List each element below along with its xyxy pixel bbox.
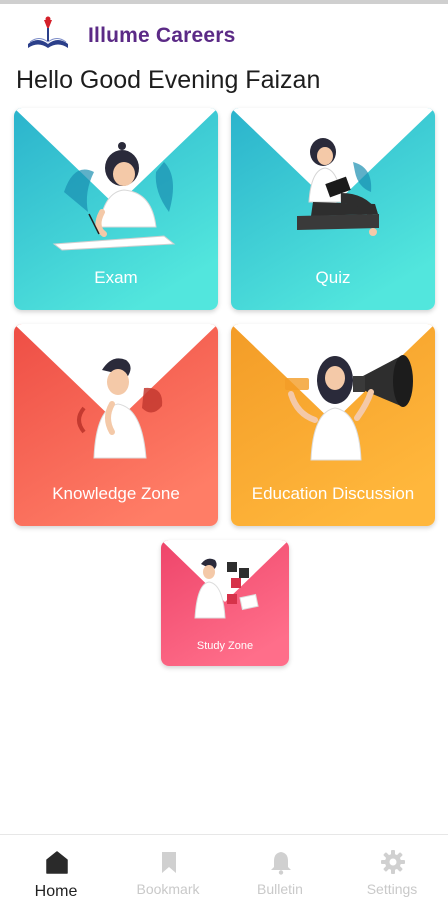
exam-card[interactable]: Exam xyxy=(14,108,218,310)
bell-icon xyxy=(271,852,291,875)
nav-bulletin[interactable]: Bulletin xyxy=(224,835,336,901)
greeting-text: Hello Good Evening Faizan xyxy=(16,66,321,94)
status-bar-divider xyxy=(0,0,448,4)
nav-home[interactable]: Home xyxy=(0,835,112,901)
bookmark-icon xyxy=(162,852,176,873)
bottom-navigation: Home Bookmark Bulletin Settings xyxy=(0,834,448,901)
education-discussion-label: Education Discussion xyxy=(251,484,415,503)
app-header: Illume Careers xyxy=(0,14,448,60)
nav-bulletin-label: Bulletin xyxy=(257,881,303,897)
home-icon xyxy=(46,851,68,874)
nav-settings[interactable]: Settings xyxy=(336,835,448,901)
study-zone-card[interactable]: Study Zone xyxy=(161,540,289,666)
app-title: Illume Careers xyxy=(88,24,236,47)
student-writing-illustration xyxy=(52,142,176,251)
thinking-man-illustration xyxy=(77,358,163,459)
quiz-card[interactable]: Quiz xyxy=(231,108,435,310)
nav-bookmark[interactable]: Bookmark xyxy=(112,835,224,901)
knowledge-zone-label: Knowledge Zone xyxy=(52,484,180,503)
nav-home-label: Home xyxy=(34,883,78,900)
man-with-cards-illustration xyxy=(194,558,259,619)
quiz-label: Quiz xyxy=(315,268,351,287)
woman-megaphone-illustration xyxy=(285,355,413,461)
study-zone-label: Study Zone xyxy=(196,640,254,652)
education-discussion-card[interactable]: Education Discussion xyxy=(231,324,435,526)
nav-bookmark-label: Bookmark xyxy=(136,881,200,897)
nav-settings-label: Settings xyxy=(366,881,418,897)
knowledge-zone-card[interactable]: Knowledge Zone xyxy=(14,324,218,526)
girl-reading-illustration xyxy=(297,138,379,236)
gear-icon xyxy=(381,850,405,874)
exam-label: Exam xyxy=(94,268,138,287)
app-logo xyxy=(28,16,68,48)
